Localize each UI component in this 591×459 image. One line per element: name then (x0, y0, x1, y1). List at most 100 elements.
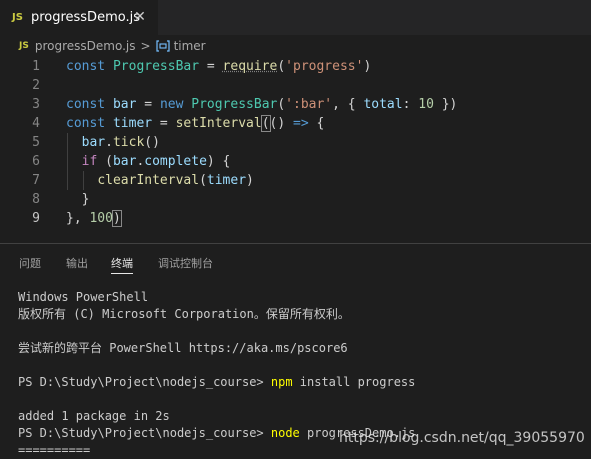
line-number: 6 (32, 154, 40, 169)
code-token: ) (246, 173, 254, 188)
code-token: ) (363, 59, 372, 74)
code-token: }) (433, 97, 458, 112)
line-number: 1 (32, 59, 40, 74)
terminal-line: added 1 package in 2s (18, 409, 170, 423)
line-number: 5 (32, 135, 40, 150)
code-token: complete (144, 154, 207, 169)
tab-terminal[interactable]: 终端 (111, 255, 133, 274)
tab-debug-console[interactable]: 调试控制台 (158, 255, 213, 273)
code-text: }, 100) (66, 209, 122, 228)
code-line[interactable]: 6 if (bar.complete) { (0, 152, 591, 171)
code-text: } (66, 190, 90, 209)
terminal-line: 尝试新的跨平台 PowerShell https://aka.ms/pscore… (18, 341, 348, 355)
code-token: new (159, 97, 192, 112)
terminal-args: install progress (292, 375, 416, 389)
code-line[interactable]: 9}, 100) (0, 209, 591, 228)
js-file-icon: JS (12, 12, 23, 23)
code-token: ) (111, 210, 122, 227)
code-token: clearInterval (97, 173, 200, 188)
code-token: const (66, 97, 113, 112)
code-token: () (144, 135, 160, 150)
code-line[interactable]: 3 const bar = new ProgressBar(':bar', { t… (0, 95, 591, 114)
tab-output[interactable]: 输出 (66, 255, 88, 273)
variable-icon (155, 40, 170, 52)
code-text: const bar = new ProgressBar(':bar', { to… (66, 95, 457, 114)
line-number: 4 (32, 116, 40, 131)
code-line[interactable]: 2 (0, 76, 591, 95)
terminal-line: 版权所有 (C) Microsoft Corporation。保留所有权利。 (18, 307, 350, 321)
code-token: }, (66, 211, 90, 226)
code-token: . (105, 135, 113, 150)
code-token: = (199, 59, 223, 74)
code-line[interactable]: 4 const timer = setInterval(() => { (0, 114, 591, 133)
code-token: ( (260, 115, 271, 132)
code-text: clearInterval(timer) (66, 171, 254, 190)
breadcrumb-symbol[interactable]: timer (174, 39, 206, 53)
terminal-line: PS D:\Study\Project\nodejs_course> npm i… (18, 374, 415, 391)
code-token: 'progress' (285, 59, 364, 74)
tab-problems[interactable]: 问题 (19, 255, 41, 273)
line-number: 2 (32, 78, 40, 93)
code-token: ProgressBar (191, 97, 278, 112)
code-token: ( (277, 59, 286, 74)
breadcrumb: JS progressDemo.js > timer (0, 35, 591, 57)
code-token: ) { (206, 154, 231, 169)
terminal-command: node (270, 426, 300, 440)
terminal-line: Windows PowerShell (18, 290, 149, 304)
terminal-command: npm (270, 375, 293, 389)
tab-title: progressDemo.js (30, 10, 140, 25)
code-text: const timer = setInterval(() => { (66, 114, 324, 133)
tab-progressdemo-js[interactable]: JS progressDemo.js ✕ (0, 0, 159, 35)
code-token: const (66, 116, 113, 131)
terminal-prompt: PS D:\Study\Project\nodejs_course> (18, 375, 271, 389)
code-token: 10 (418, 97, 434, 112)
line-number: 8 (32, 192, 40, 207)
close-icon[interactable]: ✕ (132, 9, 148, 25)
code-token: total (363, 97, 403, 112)
code-token: = (136, 97, 160, 112)
code-token: ':bar' (285, 97, 333, 112)
code-token: tick (112, 135, 145, 150)
code-token: , { (332, 97, 364, 112)
code-token: ( (277, 97, 286, 112)
code-token: ( (97, 154, 113, 169)
code-line[interactable]: 7 clearInterval(timer) (0, 171, 591, 190)
code-token: if (81, 154, 98, 169)
code-line[interactable]: 8 } (0, 190, 591, 209)
breadcrumb-file[interactable]: progressDemo.js (35, 39, 136, 53)
code-token: bar (112, 97, 137, 112)
watermark: https://blog.csdn.net/qq_39055970 (339, 430, 585, 446)
code-text: if (bar.complete) { (66, 152, 231, 171)
line-number: 3 (32, 97, 40, 112)
code-line[interactable]: 5 bar.tick() (0, 133, 591, 152)
code-token: = (152, 116, 176, 131)
code-token: timer (206, 173, 247, 188)
editor-tab-bar: JS progressDemo.js ✕ (0, 0, 591, 35)
terminal-prompt: PS D:\Study\Project\nodejs_course> (18, 426, 271, 440)
code-editor[interactable]: 1 const ProgressBar = require('progress')… (0, 57, 591, 237)
terminal-line: ========== (18, 443, 91, 457)
js-file-icon: JS (19, 41, 29, 51)
code-token: const (66, 59, 113, 74)
code-line[interactable]: 1 const ProgressBar = require('progress') (0, 57, 591, 76)
chevron-right-icon: > (140, 39, 151, 53)
code-token: : (402, 97, 419, 112)
code-token: require (222, 59, 278, 74)
code-token: bar (112, 154, 137, 169)
code-token: { (308, 116, 325, 131)
code-token: } (66, 192, 90, 207)
code-text: bar.tick() (66, 133, 160, 152)
code-token: => (293, 116, 309, 131)
panel-tab-bar: 问题 输出 终端 调试控制台 (0, 244, 591, 280)
code-token: ProgressBar (112, 59, 200, 74)
code-token: ( (199, 173, 207, 188)
code-token: setInterval (175, 116, 262, 131)
code-text: const ProgressBar = require('progress') (66, 57, 371, 76)
code-token: timer (112, 116, 153, 131)
code-token: () (269, 116, 293, 131)
line-number: 7 (32, 173, 40, 188)
code-token: bar (81, 135, 106, 150)
